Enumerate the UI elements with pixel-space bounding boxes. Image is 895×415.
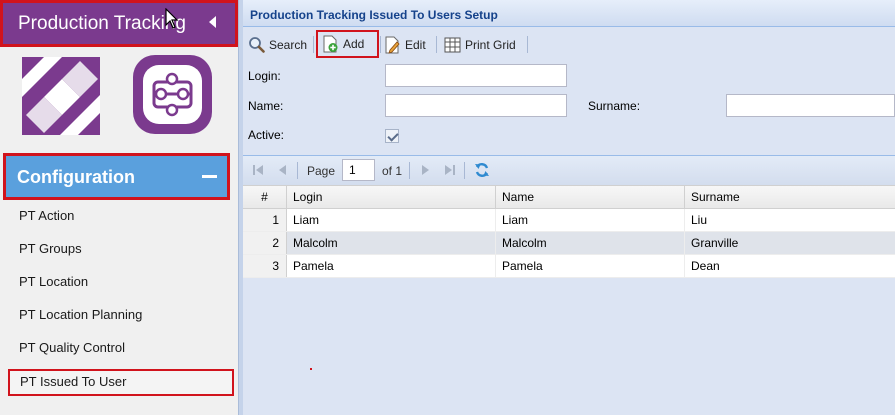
print-grid-button-label: Print Grid [465,37,516,52]
page-count-label: of 1 [382,164,403,178]
surname-cell: Granville [691,236,739,250]
print-grid-icon [444,37,461,52]
surname-cell: Dean [691,259,720,273]
sidebar-item-pt-issued-to-user[interactable]: PT Issued To User [8,369,234,396]
search-button[interactable]: Search [244,32,311,57]
table-row[interactable]: 3 Pamela Pamela Dean [243,255,895,278]
row-number: 1 [243,209,287,231]
row-number: 2 [243,232,287,254]
name-field[interactable] [385,94,567,117]
module-logo [133,55,212,134]
paging-divider [409,162,410,179]
column-header-name[interactable]: Name [496,186,685,208]
active-label: Active: [248,128,285,142]
active-checkbox[interactable] [385,129,399,143]
sidebar-item-pt-quality-control[interactable]: PT Quality Control [8,335,234,362]
toolbar-divider [313,36,314,53]
print-grid-button[interactable]: Print Grid [440,32,520,57]
toolbar-divider [527,36,528,53]
prev-page-icon[interactable] [277,164,289,176]
sidebar-item-pt-location[interactable]: PT Location [8,269,234,296]
name-label: Name: [248,99,284,113]
login-cell: Pamela [287,255,496,277]
surname-label: Surname: [588,99,641,113]
search-icon [249,37,265,53]
page-number-input[interactable]: 1 [342,159,375,181]
add-button[interactable]: Add [316,30,379,58]
table-row[interactable]: 2 Malcolm Malcolm Granville [243,232,895,255]
toolbar-divider [436,36,437,53]
login-field[interactable] [385,64,567,87]
surname-cell: Liu [691,213,708,227]
sidebar-item-pt-location-planning[interactable]: PT Location Planning [8,302,234,329]
collapse-minus-icon[interactable] [202,175,217,178]
login-label: Login: [248,69,281,83]
collapse-left-icon[interactable] [209,16,216,28]
toolbar: Search Add Edit Print Grid [243,28,895,60]
name-cell: Liam [496,209,685,231]
name-cell: Malcolm [496,232,685,254]
panel-header: Production Tracking Issued To Users Setu… [243,0,895,27]
configuration-title: Configuration [17,167,135,187]
column-header-login[interactable]: Login [287,186,496,208]
paging-divider [464,162,465,179]
table-row[interactable]: 1 Liam Liam Liu [243,209,895,232]
first-page-icon[interactable] [252,164,264,176]
next-page-icon[interactable] [419,164,431,176]
search-button-label: Search [269,37,308,52]
sidebar: Production Tracking Configuration PT Act… [0,0,238,415]
paging-toolbar: Page 1 of 1 [243,155,895,185]
edit-button-label: Edit [405,37,426,52]
last-page-icon[interactable] [444,164,456,176]
app-header[interactable]: Production Tracking [0,0,238,47]
column-header-number[interactable]: # [243,186,287,208]
login-cell: Malcolm [287,232,496,254]
page-label: Page [307,164,336,178]
surname-field[interactable] [726,94,895,117]
configuration-section-header[interactable]: Configuration [3,153,230,200]
panel-title: Production Tracking Issued To Users Setu… [250,8,498,22]
cursor-icon [165,8,179,29]
edit-icon [385,36,400,54]
edit-button[interactable]: Edit [380,32,430,57]
name-cell: Pamela [496,255,685,277]
main-panel: Production Tracking Issued To Users Setu… [243,0,895,415]
app-title: Production Tracking [18,13,186,34]
login-cell: Liam [287,209,496,231]
stray-marker [310,368,312,370]
row-number: 3 [243,255,287,277]
paging-divider [297,162,298,179]
sidebar-item-pt-groups[interactable]: PT Groups [8,236,234,263]
column-header-surname[interactable]: Surname [685,186,895,208]
add-button-label: Add [343,37,365,51]
add-icon [323,35,338,53]
app-logo [22,57,100,135]
grid-header-row: # Login Name Surname [243,185,895,209]
sidebar-item-pt-action[interactable]: PT Action [8,203,234,230]
refresh-icon[interactable] [474,162,490,178]
